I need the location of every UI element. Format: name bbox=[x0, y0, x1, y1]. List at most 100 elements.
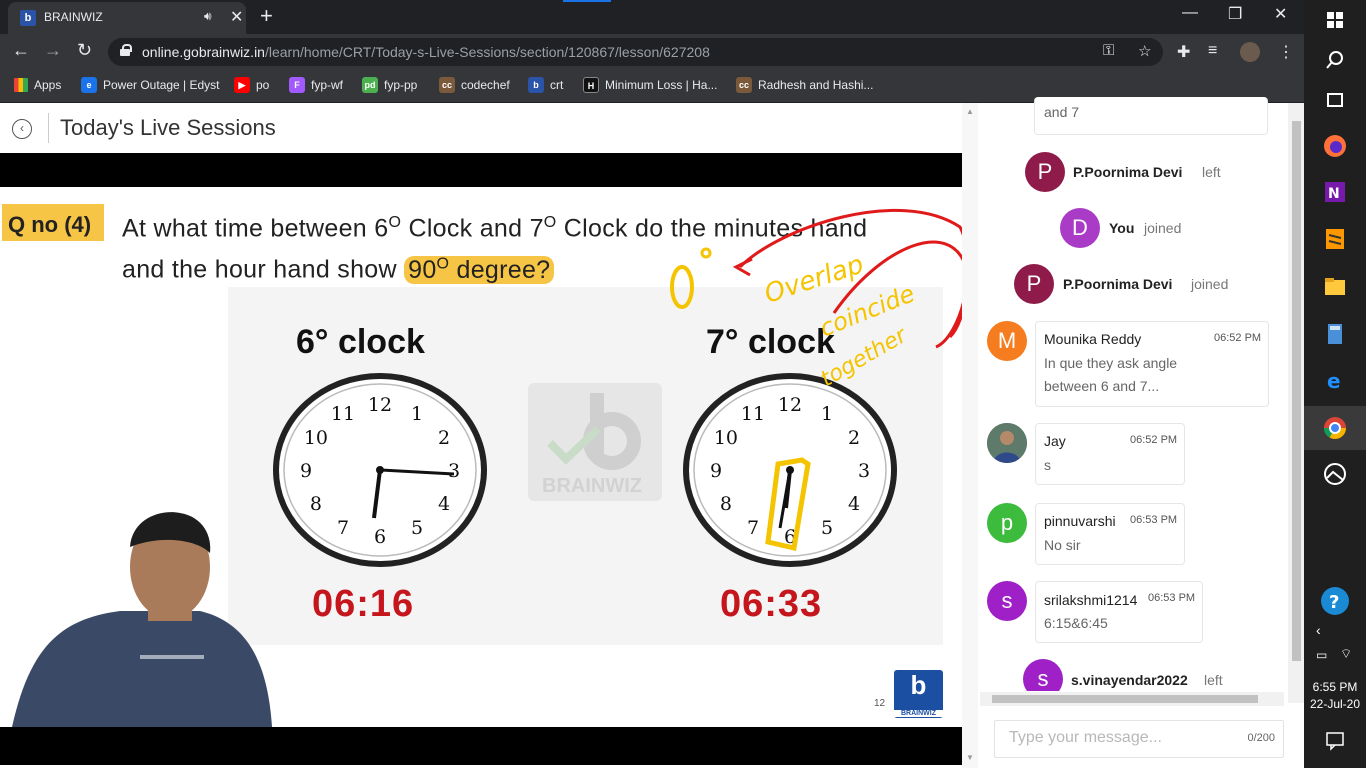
bookmark-codechef[interactable]: cc codechef bbox=[439, 77, 510, 95]
clock-number: 9 bbox=[300, 460, 312, 482]
edge-icon[interactable]: e bbox=[1319, 364, 1351, 396]
instructor-video bbox=[12, 512, 272, 727]
bookmark-radhesh[interactable]: cc Radhesh and Hashi... bbox=[736, 77, 873, 95]
page-title: Today's Live Sessions bbox=[60, 115, 276, 140]
back-circle-icon[interactable]: ‹ bbox=[12, 119, 32, 139]
clock-number: 3 bbox=[448, 460, 460, 482]
address-bar[interactable]: online.gobrainwiz.in/learn/home/CRT/Toda… bbox=[108, 38, 1163, 66]
clock-number: 3 bbox=[858, 460, 870, 482]
bookmark-po[interactable]: ▶ po bbox=[234, 77, 269, 95]
browser-toolbar: ← → ↻ online.gobrainwiz.in/learn/home/CR… bbox=[0, 34, 1304, 70]
chat-message: Mounika Reddy 06:52 PM In que they ask a… bbox=[1035, 321, 1269, 407]
new-tab-button[interactable]: + bbox=[260, 3, 273, 29]
clock-number: 8 bbox=[310, 493, 322, 515]
clock-number: 10 bbox=[304, 427, 328, 449]
help-icon[interactable]: ? bbox=[1319, 585, 1351, 617]
left-clock-label: 6° clock bbox=[296, 323, 425, 361]
close-tab-icon[interactable]: ✕ bbox=[230, 7, 243, 27]
star-icon[interactable]: ☆ bbox=[1138, 42, 1151, 60]
close-window-button[interactable]: ✕ bbox=[1274, 4, 1287, 24]
photos-icon[interactable] bbox=[1319, 458, 1351, 490]
chat-horizontal-scrollbar[interactable] bbox=[980, 692, 1284, 706]
message-author: Mounika Reddy bbox=[1044, 331, 1142, 347]
clock-time[interactable]: 6:55 PM bbox=[1304, 680, 1366, 694]
video-player[interactable]: Q no (4) At what time between 6O Clock a… bbox=[0, 153, 962, 765]
battery-icon[interactable]: ▭ bbox=[1316, 648, 1327, 662]
clock-number: 8 bbox=[720, 493, 732, 515]
bookmark-crt[interactable]: b crt bbox=[528, 77, 563, 95]
clock-number: 4 bbox=[848, 493, 860, 515]
message-time: 06:53 PM bbox=[1130, 514, 1178, 526]
onenote-icon[interactable]: N bbox=[1319, 176, 1351, 208]
speaker-icon[interactable]: 🔊︎ bbox=[204, 9, 212, 24]
forward-arrow-icon[interactable]: → bbox=[44, 40, 62, 61]
avatar: s bbox=[1023, 659, 1063, 691]
chevron-left-icon[interactable]: ‹ bbox=[1316, 622, 1321, 638]
clock-number: 10 bbox=[714, 427, 738, 449]
profile-avatar[interactable] bbox=[1240, 42, 1260, 62]
file-explorer-icon[interactable] bbox=[1319, 270, 1351, 302]
watermark-text: BRAINWIZ bbox=[542, 475, 642, 497]
brainwiz-logo: b BRAINWIZ bbox=[894, 670, 943, 718]
url-text: online.gobrainwiz.in/learn/home/CRT/Toda… bbox=[142, 44, 710, 60]
chrome-icon[interactable] bbox=[1319, 412, 1351, 444]
bookmark-apps[interactable]: Apps bbox=[14, 77, 61, 95]
system-event-name: P.Poornima Devi bbox=[1073, 164, 1183, 180]
brainwiz-icon: b bbox=[528, 77, 544, 93]
clock-number: 11 bbox=[331, 403, 355, 425]
minimize-button[interactable]: — bbox=[1182, 4, 1198, 22]
clock-number: 6 bbox=[374, 526, 386, 548]
clock-number: 7 bbox=[747, 517, 759, 539]
menu-kebab-icon[interactable]: ⋮ bbox=[1278, 42, 1294, 62]
page-content: ‹ Today's Live Sessions Q no (4) At what… bbox=[0, 97, 1304, 768]
left-clock-time: 06:16 bbox=[312, 583, 415, 625]
clock-date[interactable]: 22-Jul-20 bbox=[1304, 697, 1366, 711]
chat-horizontal-thumb[interactable] bbox=[992, 695, 1258, 703]
browser-tab[interactable]: b BRAINWIZ 🔊︎ ✕ bbox=[8, 2, 246, 34]
back-arrow-icon[interactable]: ← bbox=[12, 40, 30, 61]
reload-icon[interactable]: ↻ bbox=[77, 40, 92, 61]
svg-text:?: ? bbox=[1329, 592, 1339, 613]
extensions-icon[interactable]: ✚ bbox=[1177, 42, 1190, 62]
notification-icon[interactable] bbox=[1319, 724, 1351, 756]
page-header: ‹ Today's Live Sessions bbox=[0, 103, 962, 153]
header-divider bbox=[48, 113, 49, 143]
avatar: p bbox=[987, 503, 1027, 543]
user-photo-icon bbox=[987, 423, 1027, 463]
message-author: srilakshmi1214 bbox=[1044, 592, 1138, 608]
bookmark-minimum-loss[interactable]: H Minimum Loss | Ha... bbox=[583, 77, 717, 95]
handwriting-annotation: Overlap coincide together bbox=[670, 208, 962, 392]
right-clock-time: 06:33 bbox=[720, 583, 823, 625]
svg-text:e: e bbox=[1327, 369, 1341, 393]
lock-icon[interactable] bbox=[120, 44, 132, 56]
firefox-icon[interactable] bbox=[1319, 130, 1351, 162]
message-input[interactable] bbox=[1009, 729, 1239, 747]
tab-strip: b BRAINWIZ 🔊︎ ✕ + — ❐ ✕ bbox=[0, 0, 1304, 34]
bookmark-fyp-pp[interactable]: pd fyp-pp bbox=[362, 77, 417, 95]
calculator-icon[interactable] bbox=[1319, 318, 1351, 350]
message-author: Jay bbox=[1044, 433, 1066, 449]
message-input-box[interactable]: 0/200 bbox=[994, 720, 1284, 758]
task-view-icon[interactable] bbox=[1319, 84, 1351, 116]
media-control-icon[interactable]: ≡ bbox=[1208, 42, 1217, 60]
windows-start-icon[interactable] bbox=[1319, 4, 1351, 36]
wifi-icon[interactable]: ⌔ bbox=[1340, 646, 1352, 662]
bookmark-edyst[interactable]: e Power Outage | Edyst bbox=[81, 77, 220, 95]
system-event-action: left bbox=[1204, 672, 1223, 688]
message-text: 6:15&6:45 bbox=[1044, 615, 1108, 631]
sublime-icon[interactable] bbox=[1319, 223, 1351, 255]
slide-number: 12 bbox=[874, 698, 886, 709]
message-time: 06:52 PM bbox=[1214, 332, 1262, 344]
chat-scrollbar-thumb[interactable] bbox=[1292, 121, 1301, 661]
figma-icon: F bbox=[289, 77, 305, 93]
clock-number: 4 bbox=[438, 493, 450, 515]
restore-button[interactable]: ❐ bbox=[1228, 4, 1242, 24]
bookmark-fyp-wf[interactable]: Ffyp-wf bbox=[289, 77, 343, 95]
question-number: Q no (4) bbox=[2, 204, 104, 241]
clock-number: 7 bbox=[337, 517, 349, 539]
message-text: No sir bbox=[1044, 537, 1081, 553]
system-event-name: P.Poornima Devi bbox=[1063, 276, 1173, 292]
chat-scrollbar[interactable] bbox=[1288, 103, 1304, 703]
key-icon[interactable]: ⚿ bbox=[1103, 42, 1114, 59]
search-icon[interactable] bbox=[1319, 44, 1351, 76]
